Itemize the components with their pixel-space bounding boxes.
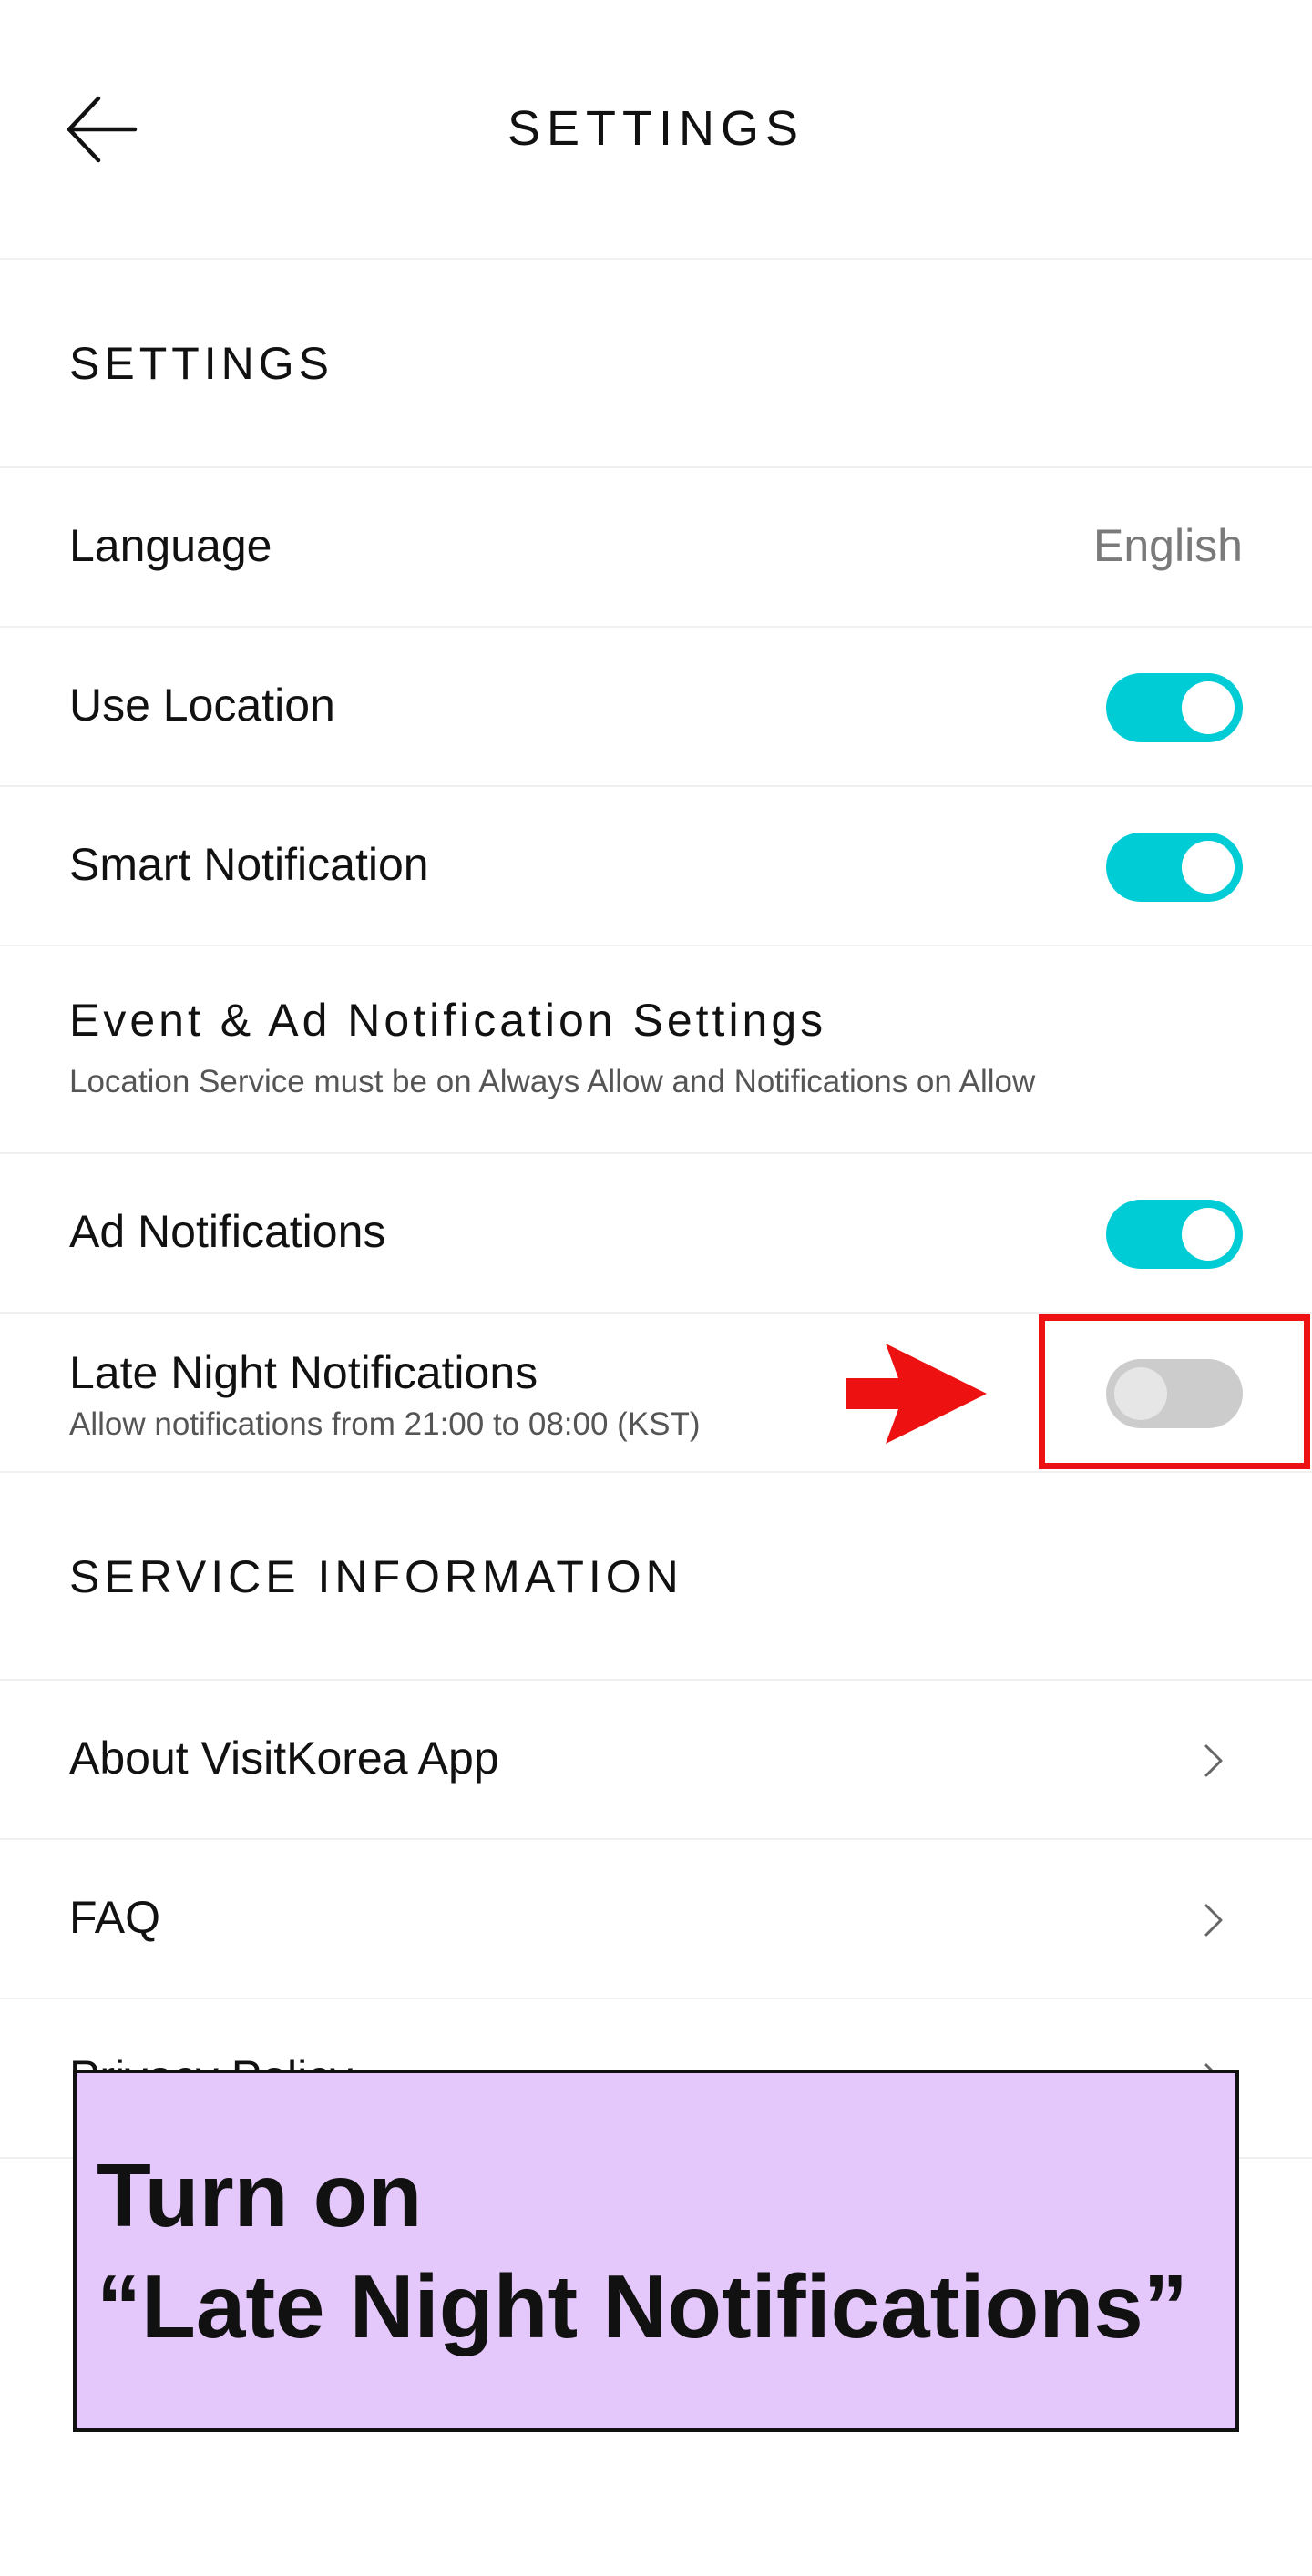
settings-section-title: SETTINGS: [69, 338, 334, 389]
about-app-row[interactable]: About VisitKorea App: [0, 1681, 1312, 1840]
late-night-label: Late Night Notifications: [69, 1347, 538, 1398]
language-label: Language: [69, 520, 272, 571]
use-location-toggle[interactable]: [1106, 673, 1243, 742]
service-section-title: SERVICE INFORMATION: [69, 1551, 683, 1602]
event-ad-section-title: Event & Ad Notification Settings: [69, 995, 827, 1046]
caption-line-1: Turn on: [97, 2145, 423, 2245]
settings-section-header: SETTINGS: [0, 260, 1312, 468]
chevron-right-icon: [1194, 1900, 1234, 1940]
toggle-knob: [1182, 1208, 1235, 1261]
highlight-box: [1039, 1314, 1310, 1469]
language-value: English: [1093, 520, 1243, 571]
toggle-knob: [1182, 841, 1235, 894]
ad-notifications-toggle[interactable]: [1106, 1200, 1243, 1269]
top-bar: SETTINGS: [0, 0, 1312, 260]
red-arrow-icon: [846, 1344, 987, 1444]
use-location-label: Use Location: [69, 680, 335, 731]
toggle-knob: [1182, 681, 1235, 734]
late-night-description: Allow notifications from 21:00 to 08:00 …: [69, 1406, 701, 1442]
smart-notification-label: Smart Notification: [69, 839, 429, 890]
faq-label: FAQ: [69, 1892, 161, 1943]
language-row[interactable]: Language English: [0, 468, 1312, 628]
ad-notifications-label: Ad Notifications: [69, 1206, 386, 1257]
about-app-label: About VisitKorea App: [69, 1733, 499, 1784]
page-title: SETTINGS: [507, 101, 805, 156]
smart-notification-row: Smart Notification: [0, 787, 1312, 946]
event-ad-section-header: Event & Ad Notification Settings Locatio…: [0, 946, 1312, 1154]
caption-line-2: “Late Night Notifications”: [97, 2256, 1188, 2356]
faq-row[interactable]: FAQ: [0, 1840, 1312, 1999]
service-section-header: SERVICE INFORMATION: [0, 1473, 1312, 1681]
smart-notification-toggle[interactable]: [1106, 833, 1243, 902]
use-location-row: Use Location: [0, 628, 1312, 787]
event-ad-section-description: Location Service must be on Always Allow…: [69, 1064, 1036, 1099]
ad-notifications-row: Ad Notifications: [0, 1154, 1312, 1314]
instruction-caption: Turn on “Late Night Notifications”: [73, 2070, 1239, 2432]
chevron-right-icon: [1194, 1741, 1234, 1781]
